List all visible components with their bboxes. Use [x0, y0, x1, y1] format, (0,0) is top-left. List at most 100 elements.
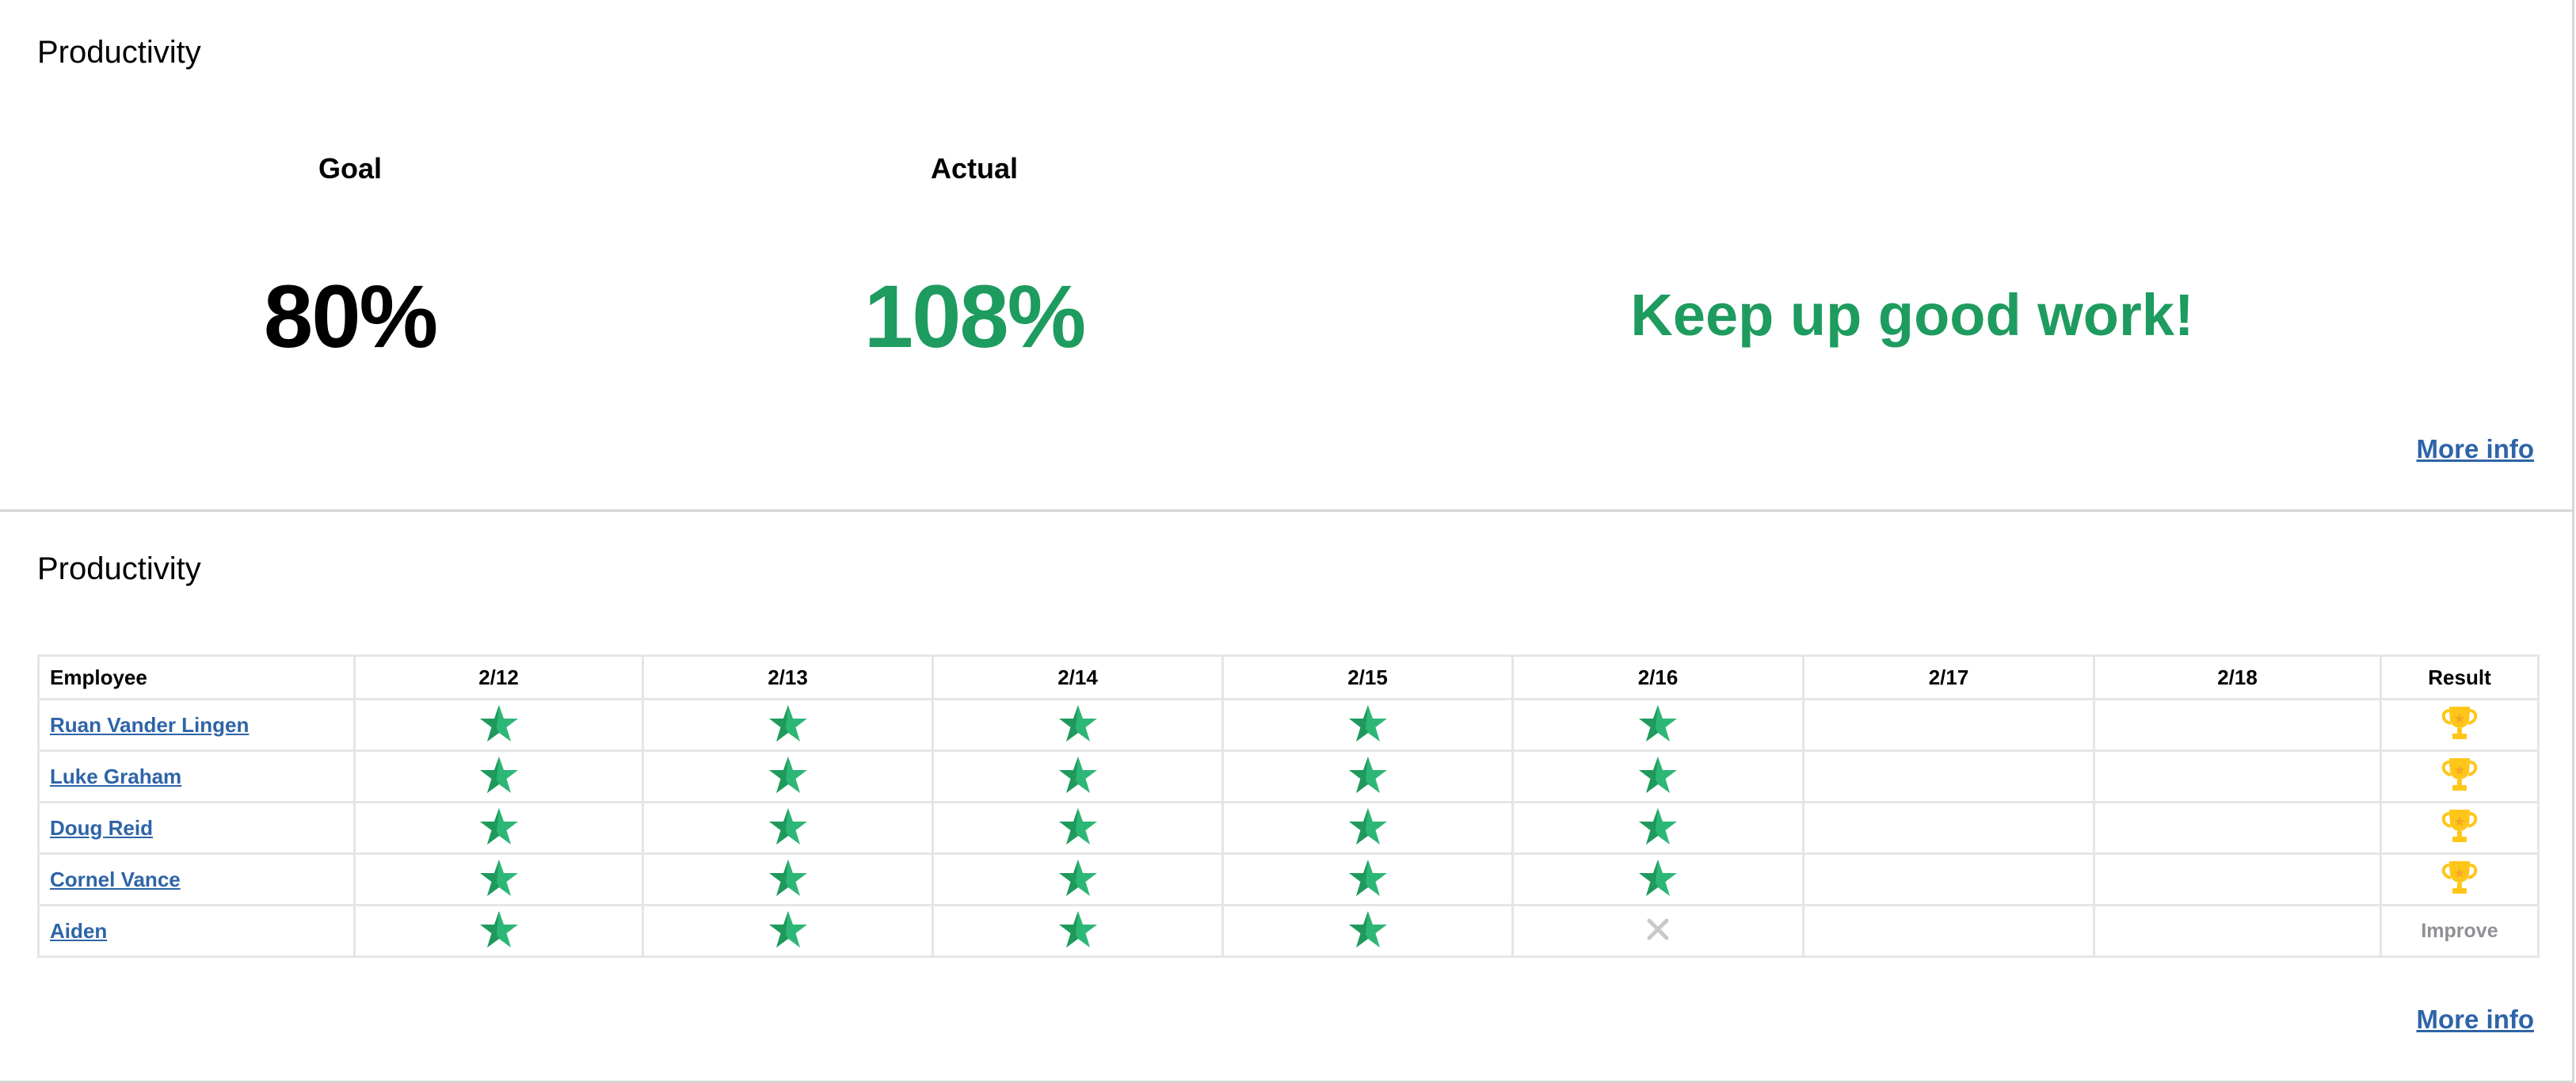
- star-icon: [1058, 807, 1098, 849]
- trophy-icon: [2440, 809, 2479, 848]
- employee-cell: Luke Graham: [37, 749, 356, 803]
- day-cell: [353, 698, 644, 752]
- employee-cell: Ruan Vander Lingen: [37, 698, 356, 752]
- star-icon: [479, 910, 519, 952]
- star-icon: [1058, 859, 1098, 901]
- result-text: Improve: [2421, 919, 2498, 942]
- result-cell: [2380, 801, 2540, 855]
- star-icon: [479, 756, 519, 798]
- star-icon: [479, 704, 519, 746]
- day-cell: [932, 698, 1224, 752]
- day-cell: [2093, 904, 2382, 958]
- cross-icon: [1647, 918, 1669, 944]
- day-cell: [1802, 801, 2095, 855]
- star-icon: [1058, 756, 1098, 798]
- table-row: Ruan Vander Lingen: [37, 698, 2540, 752]
- day-cell: [1511, 904, 1804, 958]
- day-cell: [2093, 749, 2382, 803]
- day-cell: [1221, 801, 1514, 855]
- more-info-link[interactable]: More info: [2417, 434, 2534, 464]
- employee-link[interactable]: Ruan Vander Lingen: [50, 713, 249, 737]
- star-icon: [1638, 859, 1678, 901]
- actual-value: 108%: [863, 267, 1086, 366]
- day-cell: [2093, 801, 2382, 855]
- day-cell: [2093, 698, 2382, 752]
- result-cell: Improve: [2380, 904, 2540, 958]
- table-row: Doug Reid: [37, 801, 2540, 855]
- day-cell: [642, 904, 934, 958]
- day-cell: [2093, 852, 2382, 906]
- table-row: Cornel Vance: [37, 852, 2540, 906]
- detail-panel: Productivity Employee 2/12 2/13 2/14 2/1…: [0, 512, 2574, 1083]
- day-cell: [1511, 749, 1804, 803]
- star-icon: [768, 704, 808, 746]
- day-cell: [1221, 698, 1514, 752]
- employee-cell: Aiden: [37, 904, 356, 958]
- star-icon: [768, 756, 808, 798]
- day-cell: [642, 698, 934, 752]
- employee-link[interactable]: Luke Graham: [50, 765, 181, 788]
- star-icon: [1058, 910, 1098, 952]
- star-icon: [768, 910, 808, 952]
- goal-value: 80%: [263, 267, 438, 366]
- more-info-link[interactable]: More info: [2417, 1005, 2534, 1035]
- trophy-icon: [2440, 757, 2479, 796]
- day-cell: [353, 852, 644, 906]
- star-icon: [768, 859, 808, 901]
- day-cell: [1221, 852, 1514, 906]
- day-cell: [1511, 698, 1804, 752]
- day-cell: [1221, 904, 1514, 958]
- column-header: 2/18: [2093, 654, 2382, 700]
- trophy-icon: [2440, 860, 2479, 899]
- employee-link[interactable]: Aiden: [50, 919, 107, 943]
- star-icon: [1638, 704, 1678, 746]
- employee-cell: Doug Reid: [37, 801, 356, 855]
- day-cell: [1511, 852, 1804, 906]
- star-icon: [1638, 807, 1678, 849]
- trophy-icon: [2440, 706, 2479, 745]
- star-icon: [768, 807, 808, 849]
- day-cell: [1802, 852, 2095, 906]
- star-icon: [1348, 910, 1388, 952]
- day-cell: [932, 801, 1224, 855]
- actual-label: Actual: [930, 152, 1019, 185]
- summary-panel: Productivity Goal 80% Actual 108% Keep u…: [0, 0, 2574, 512]
- employee-link[interactable]: Doug Reid: [50, 816, 153, 840]
- star-icon: [1348, 807, 1388, 849]
- star-icon: [479, 859, 519, 901]
- result-cell: [2380, 698, 2540, 752]
- day-cell: [1511, 801, 1804, 855]
- star-icon: [1348, 756, 1388, 798]
- star-icon: [1058, 704, 1098, 746]
- column-header: 2/15: [1221, 654, 1514, 700]
- day-cell: [642, 801, 934, 855]
- day-cell: [932, 749, 1224, 803]
- day-cell: [642, 852, 934, 906]
- column-header: 2/12: [353, 654, 644, 700]
- day-cell: [932, 904, 1224, 958]
- day-cell: [353, 904, 644, 958]
- day-cell: [353, 749, 644, 803]
- day-cell: [1802, 698, 2095, 752]
- day-cell: [1221, 749, 1514, 803]
- goal-label: Goal: [318, 152, 383, 185]
- table-row: Luke Graham: [37, 749, 2540, 803]
- day-cell: [642, 749, 934, 803]
- result-cell: [2380, 749, 2540, 803]
- table-header-row: Employee 2/12 2/13 2/14 2/15 2/16 2/17 2…: [37, 654, 2540, 700]
- day-cell: [1802, 904, 2095, 958]
- star-icon: [1348, 704, 1388, 746]
- star-icon: [1638, 756, 1678, 798]
- column-header: 2/16: [1511, 654, 1804, 700]
- panel-title: Productivity: [37, 551, 201, 586]
- panel-title: Productivity: [37, 35, 201, 70]
- column-header: Employee: [37, 654, 356, 700]
- column-header: Result: [2380, 654, 2540, 700]
- employee-link[interactable]: Cornel Vance: [50, 868, 181, 891]
- day-cell: [1802, 749, 2095, 803]
- productivity-table: Employee 2/12 2/13 2/14 2/15 2/16 2/17 2…: [37, 654, 2540, 958]
- status-message: Keep up good work!: [1630, 282, 2194, 348]
- column-header: 2/14: [932, 654, 1224, 700]
- table-row: Aiden Improve: [37, 904, 2540, 958]
- day-cell: [932, 852, 1224, 906]
